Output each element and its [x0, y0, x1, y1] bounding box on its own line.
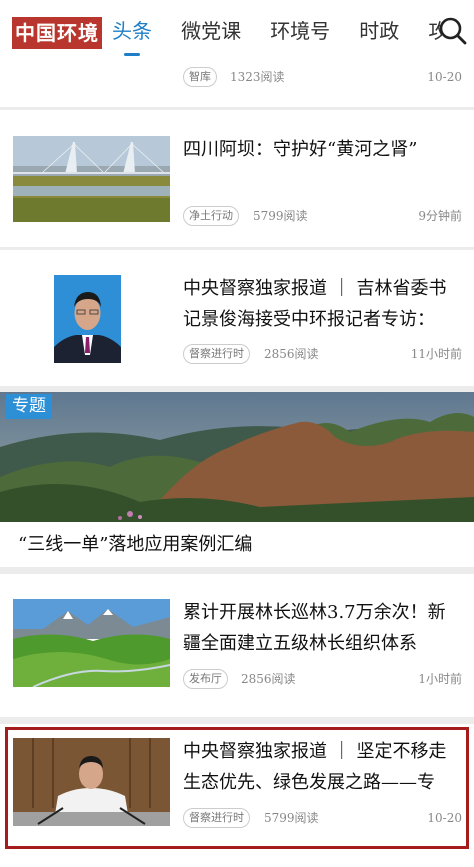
speaker-image — [13, 738, 170, 826]
read-count: 5799阅读 — [253, 209, 308, 223]
news-card[interactable]: 累计开展林长巡林3.7万余次！新疆全面建立五级林长组织体系 发布厅 2856阅读… — [0, 574, 474, 717]
special-topic-card[interactable]: 专题 “三线一单”落地应用案例汇编 — [0, 392, 474, 567]
card-tag: 净土行动 — [183, 206, 239, 226]
app-logo[interactable]: 中国环境 — [12, 17, 102, 49]
tab-headlines[interactable]: 头条 — [112, 0, 152, 62]
card-title: 累计开展林长巡林3.7万余次！新疆全面建立五级林长组织体系 — [183, 602, 446, 654]
wetland-bridge-image — [13, 136, 170, 222]
tab-politics[interactable]: 时政 — [359, 0, 399, 62]
tab-party-class[interactable]: 微党课 — [181, 0, 241, 62]
card-meta: 督察进行时 5799阅读 10-20 — [183, 808, 462, 828]
special-caption: “三线一单”落地应用案例汇编 — [18, 534, 253, 555]
search-icon[interactable] — [438, 16, 468, 46]
tab-environment-accounts[interactable]: 环境号 — [270, 0, 330, 62]
card-meta: 督察进行时 2856阅读 11小时前 — [183, 344, 462, 364]
publish-time: 9分钟前 — [418, 209, 462, 223]
publish-time: 10-20 — [427, 811, 462, 825]
grassland-valley-image — [13, 599, 170, 687]
publish-time: 11小时前 — [410, 347, 462, 361]
read-count: 5799阅读 — [264, 811, 319, 825]
card-title: 中央督察独家报道 ｜ 吉林省委书记景俊海接受中环报记者专访： — [183, 278, 447, 330]
read-count: 2856阅读 — [264, 347, 319, 361]
card-tag: 智库 — [183, 67, 217, 87]
news-card[interactable]: 四川阿坝：守护好“黄河之肾” 净土行动 5799阅读 9分钟前 — [0, 110, 474, 247]
top-nav-bar: 中国环境 头条 微党课 环境号 时政 攻 — [0, 0, 474, 62]
card-tag: 督察进行时 — [183, 808, 250, 828]
news-card[interactable]: 中央督察独家报道 ｜ 吉林省委书记景俊海接受中环报记者专访： 督察进行时 285… — [0, 250, 474, 386]
news-card[interactable]: 中央督察独家报道 ｜ 坚定不移走生态优先、绿色发展之路——专 督察进行时 579… — [0, 724, 474, 867]
card-meta: 智库 1323阅读 10-20 — [183, 67, 462, 87]
card-title: 四川阿坝：守护好“黄河之肾” — [183, 139, 418, 160]
card-tag: 督察进行时 — [183, 344, 250, 364]
card-tag: 发布厅 — [183, 669, 228, 689]
read-count: 2856阅读 — [241, 672, 296, 686]
card-title: 中央督察独家报道 ｜ 坚定不移走生态优先、绿色发展之路——专 — [183, 741, 447, 793]
publish-time: 10-20 — [427, 70, 462, 84]
read-count: 1323阅读 — [230, 70, 285, 84]
special-label-badge: 专题 — [6, 394, 52, 419]
card-meta: 发布厅 2856阅读 1小时前 — [183, 669, 462, 689]
portrait-image — [54, 275, 121, 363]
news-card[interactable]: 智库 1323阅读 10-20 — [0, 62, 474, 107]
channel-tabs: 头条 微党课 环境号 时政 攻 — [112, 0, 442, 62]
publish-time: 1小时前 — [418, 672, 462, 686]
card-meta: 净土行动 5799阅读 9分钟前 — [183, 206, 462, 226]
mountain-panorama-image — [0, 392, 474, 522]
